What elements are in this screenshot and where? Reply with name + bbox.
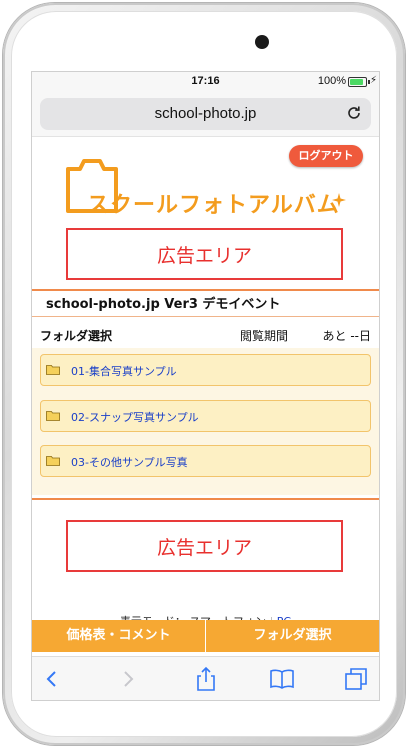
address-bar[interactable]: school-photo.jp — [40, 98, 371, 130]
folder-item[interactable]: 03-その他サンプル写真 — [40, 445, 371, 477]
screen: 17:16 100% ⚡ school-photo.jp ログアウト スクールフ… — [32, 72, 379, 700]
front-camera — [255, 35, 269, 49]
folder-item[interactable]: 02-スナップ写真サンプル — [40, 400, 371, 432]
folder-select-title: フォルダ選択 — [40, 329, 113, 343]
logout-button[interactable]: ログアウト — [289, 145, 363, 167]
section-divider — [32, 498, 379, 500]
folder-icon — [46, 411, 60, 421]
site-header: ログアウト スクールフォトアルバム — [32, 137, 379, 222]
forward-icon[interactable] — [114, 665, 142, 693]
status-bar: 17:16 100% ⚡ — [32, 72, 379, 92]
folder-list: 01-集合写真サンプル 02-スナップ写真サンプル 03-その他サンプル写真 — [32, 348, 379, 495]
folder-select-tab[interactable]: フォルダ選択 — [206, 620, 379, 652]
folder-label[interactable]: 03-その他サンプル写真 — [71, 454, 188, 470]
browser-toolbar — [32, 656, 379, 700]
tabs-icon[interactable] — [342, 665, 370, 693]
folder-item[interactable]: 01-集合写真サンプル — [40, 354, 371, 386]
back-icon[interactable] — [38, 665, 66, 693]
folder-label[interactable]: 02-スナップ写真サンプル — [71, 409, 199, 425]
site-logo-text: スクールフォトアルバム — [87, 193, 340, 218]
event-title: school-photo.jp Ver3 デモイベント — [32, 289, 379, 317]
reload-icon[interactable] — [346, 105, 362, 121]
price-comment-tab[interactable]: 価格表・コメント — [32, 620, 205, 652]
sparkle-icon — [332, 193, 346, 207]
viewing-period-label: 閲覧期間 — [240, 329, 289, 343]
folder-label[interactable]: 01-集合写真サンプル — [71, 363, 177, 379]
browser-url-area: school-photo.jp — [32, 92, 379, 137]
share-icon[interactable] — [192, 665, 220, 693]
bottom-tab-bar: 価格表・コメント フォルダ選択 — [32, 620, 379, 652]
ad-area-top[interactable]: 広告エリア — [66, 228, 343, 280]
url-text[interactable]: school-photo.jp — [40, 105, 371, 122]
page-content: ログアウト スクールフォトアルバム 広告エリア school-photo.jp … — [32, 137, 379, 628]
battery-percent: 100% — [317, 75, 346, 87]
folder-icon — [46, 456, 60, 466]
folder-header: フォルダ選択 閲覧期間 あと --日 — [32, 320, 379, 349]
charging-icon: ⚡ — [369, 75, 377, 86]
remaining-days: あと --日 — [322, 329, 371, 343]
folder-icon — [46, 365, 60, 375]
bookmarks-icon[interactable] — [268, 665, 296, 693]
battery-icon — [348, 77, 367, 87]
ad-area-bottom[interactable]: 広告エリア — [66, 520, 343, 572]
